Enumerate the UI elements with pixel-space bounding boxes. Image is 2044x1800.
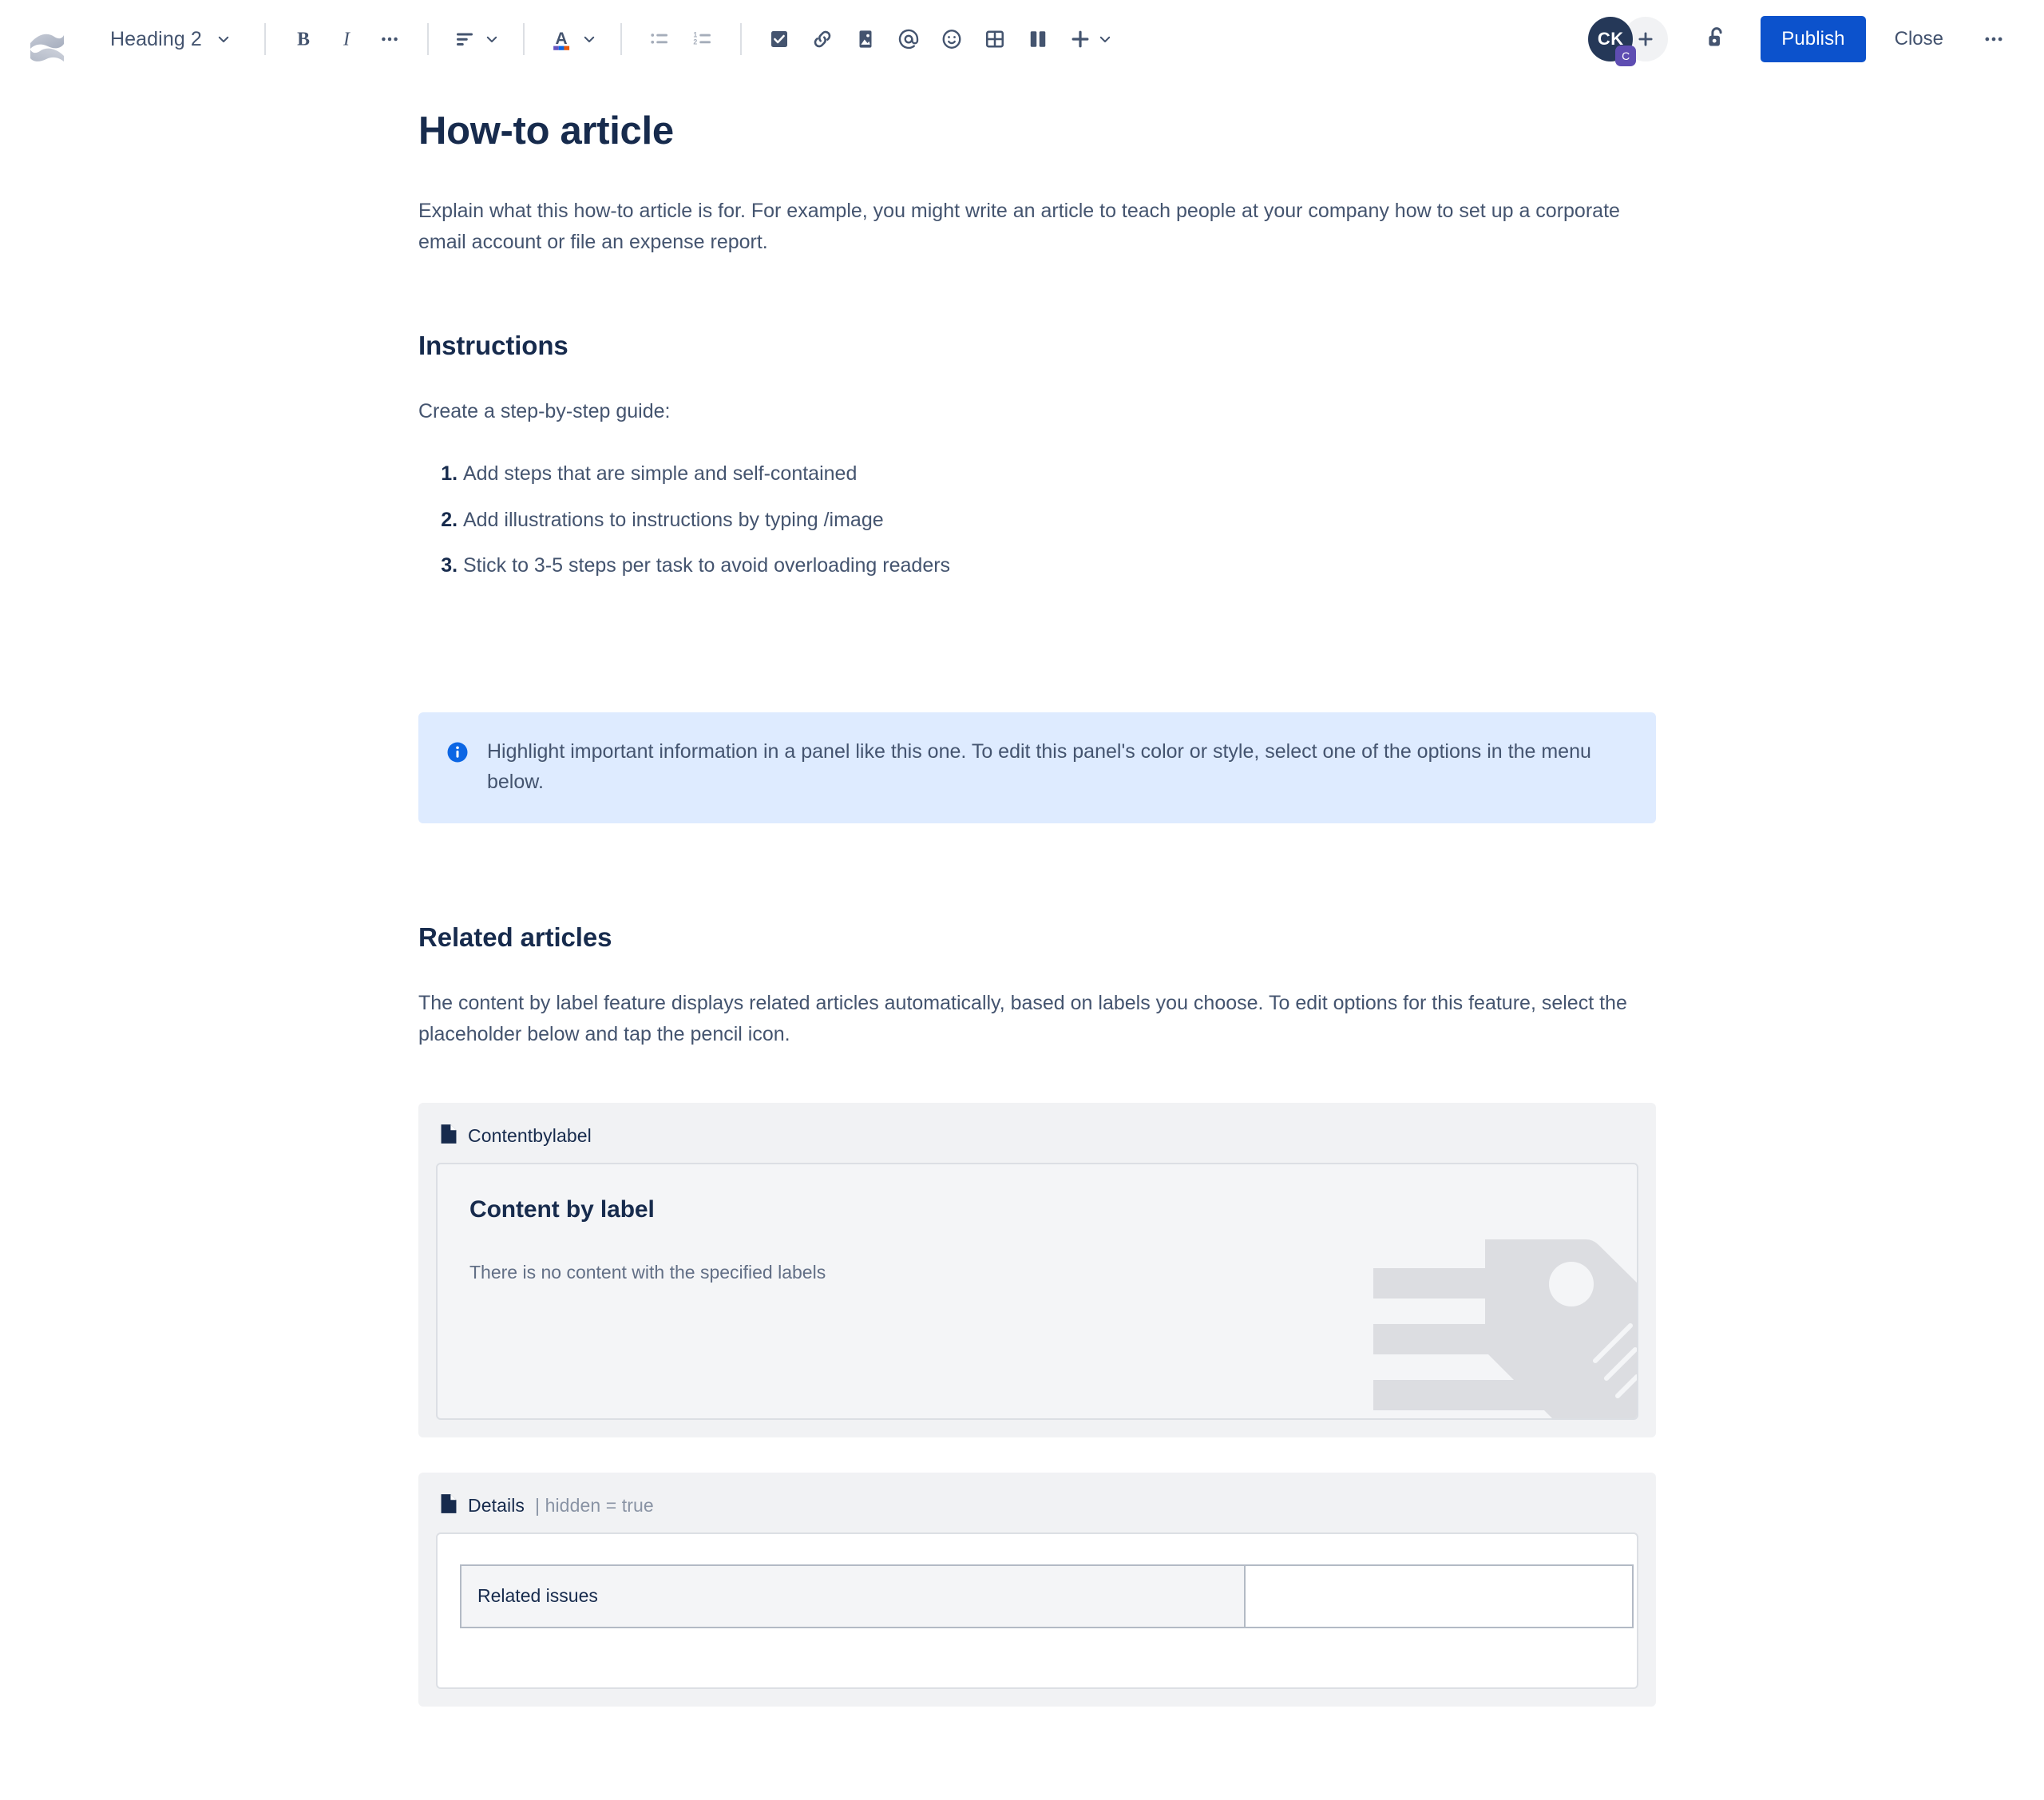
- table-cell-value[interactable]: [1244, 1564, 1634, 1628]
- svg-text:2: 2: [693, 38, 697, 46]
- macro-parameter: | hidden = true: [535, 1494, 654, 1516]
- chevron-down-icon: [485, 32, 499, 46]
- block-type-label: Heading 2: [110, 27, 202, 50]
- document-content: How-to article Explain what this how-to …: [418, 109, 1656, 1707]
- macro-header: Contentbylabel: [436, 1119, 1638, 1163]
- action-item-button[interactable]: [758, 18, 801, 61]
- close-button[interactable]: Close: [1877, 16, 1961, 62]
- text-align-button[interactable]: [445, 18, 507, 61]
- toolbar-divider: [426, 23, 429, 55]
- svg-text:B: B: [297, 30, 310, 50]
- info-panel-text: Highlight important information in a pan…: [487, 739, 1591, 794]
- toolbar-divider: [522, 23, 525, 55]
- details-body[interactable]: Related issues: [436, 1532, 1638, 1689]
- details-table[interactable]: Related issues: [460, 1564, 1634, 1628]
- contentbylabel-macro[interactable]: Contentbylabel Content by label There is…: [418, 1102, 1656, 1437]
- label-tag-illustration-icon: [1365, 1219, 1637, 1418]
- mention-button[interactable]: [887, 18, 930, 61]
- insert-button[interactable]: [1060, 18, 1120, 61]
- list-item[interactable]: Stick to 3-5 steps per task to avoid ove…: [463, 551, 1656, 581]
- contentbylabel-empty-message: There is no content with the specified l…: [469, 1261, 826, 1283]
- toolbar-divider: [739, 23, 742, 55]
- link-button[interactable]: [801, 18, 844, 61]
- toolbar-divider: [620, 23, 622, 55]
- editor-toolbar: Heading 2 B I A 1 2 CK C Publish Close: [0, 0, 2044, 78]
- details-macro[interactable]: Details | hidden = true Related issues: [418, 1472, 1656, 1707]
- contentbylabel-card[interactable]: Content by label There is no content wit…: [436, 1162, 1638, 1420]
- italic-button[interactable]: I: [325, 18, 368, 61]
- chevron-down-icon: [1098, 32, 1112, 46]
- page-title[interactable]: How-to article: [418, 109, 1656, 154]
- toolbar-left-group: Heading 2 B I A 1 2: [24, 16, 1588, 62]
- editor-document[interactable]: How-to article Explain what this how-to …: [0, 78, 2044, 1707]
- instructions-list[interactable]: Add steps that are simple and self-conta…: [418, 459, 1656, 581]
- block-type-dropdown[interactable]: Heading 2: [99, 16, 242, 62]
- svg-text:A: A: [555, 30, 567, 48]
- collaborator-avatars: CK C: [1588, 17, 1669, 66]
- macro-title: Contentbylabel: [468, 1124, 592, 1146]
- layout-button[interactable]: [1016, 18, 1060, 61]
- image-button[interactable]: [844, 18, 887, 61]
- unlock-icon: [1703, 24, 1730, 55]
- restrictions-button[interactable]: [1695, 18, 1738, 61]
- intro-paragraph[interactable]: Explain what this how-to article is for.…: [418, 196, 1640, 258]
- chevron-down-icon: [216, 32, 231, 46]
- toolbar-divider: [263, 23, 266, 55]
- table-cell-header[interactable]: Related issues: [460, 1564, 1246, 1628]
- info-panel[interactable]: Highlight important information in a pan…: [418, 712, 1656, 824]
- page-icon: [440, 1493, 458, 1518]
- avatar-product-badge: C: [1615, 46, 1637, 66]
- svg-text:I: I: [343, 30, 351, 50]
- numbered-list-button[interactable]: 1 2: [681, 18, 724, 61]
- instructions-lead[interactable]: Create a step-by-step guide:: [418, 396, 1640, 427]
- macro-header: Details | hidden = true: [436, 1489, 1638, 1532]
- more-options-button[interactable]: [1972, 18, 2015, 61]
- emoji-button[interactable]: [930, 18, 973, 61]
- macro-title: Details: [468, 1494, 525, 1516]
- publish-button[interactable]: Publish: [1761, 16, 1866, 62]
- avatar-badge-letter: C: [1622, 50, 1630, 62]
- text-color-button[interactable]: A: [541, 18, 604, 61]
- related-articles-heading[interactable]: Related articles: [418, 922, 1656, 953]
- related-articles-description[interactable]: The content by label feature displays re…: [418, 988, 1640, 1050]
- more-formatting-button[interactable]: [368, 18, 411, 61]
- bullet-list-button[interactable]: [638, 18, 681, 61]
- list-item[interactable]: Add illustrations to instructions by typ…: [463, 506, 1656, 536]
- page-icon: [440, 1124, 458, 1148]
- table-button[interactable]: [973, 18, 1016, 61]
- chevron-down-icon: [582, 32, 596, 46]
- bold-button[interactable]: B: [282, 18, 325, 61]
- info-icon: [446, 740, 469, 768]
- instructions-heading[interactable]: Instructions: [418, 331, 1656, 361]
- table-row[interactable]: Related issues: [460, 1564, 1634, 1628]
- list-item[interactable]: Add steps that are simple and self-conta…: [463, 459, 1656, 490]
- confluence-logo[interactable]: [24, 16, 70, 62]
- contentbylabel-card-title: Content by label: [469, 1195, 655, 1223]
- toolbar-right-group: CK C Publish Close: [1588, 16, 2015, 66]
